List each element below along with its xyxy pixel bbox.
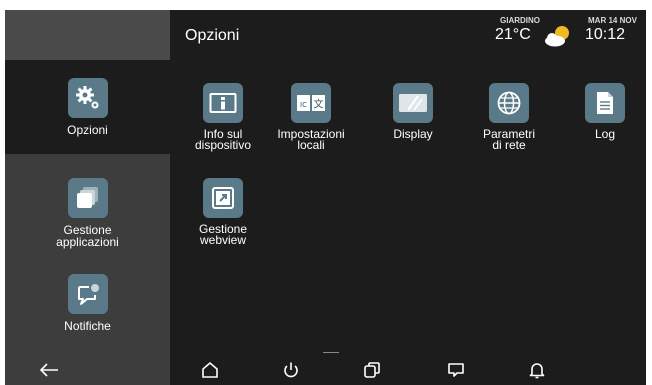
home-icon[interactable] [195,357,225,383]
display-icon [393,83,433,123]
current-date: MAR 14 NOV [588,16,637,25]
tile-label: Gestione webview [198,222,248,247]
tile-label: Parametri di rete [482,127,535,152]
app-stack-icon [67,178,108,218]
sidebar-item-label: Gestione applicazioni [56,223,119,249]
tile-display[interactable]: Display [378,83,448,140]
tile-label: Log [594,127,616,141]
sidebar-item-label: Opzioni [67,123,108,137]
language-icon: IC 文 [291,83,331,123]
page-title: Opzioni [185,27,240,44]
sidebar-header [5,10,170,60]
svg-text:文: 文 [314,98,324,111]
top-bar: Opzioni GIARDINO 21°C MAR 14 NOV 10:12 [170,10,646,60]
info-icon [203,83,243,123]
power-icon[interactable] [276,357,306,383]
bell-icon[interactable] [522,357,552,383]
sidebar-item-opzioni[interactable]: Opzioni [5,60,170,154]
tile-label: Impostazioni locali [277,127,345,152]
tile-gestione-webview[interactable]: Gestione webview [188,178,258,246]
sidebar-item-notifiche[interactable]: Notifiche [5,274,170,332]
back-icon[interactable] [34,357,64,383]
sidebar: Opzioni Gestione applicazioni Notifiche [5,10,170,385]
tile-info-dispositivo[interactable]: Info sul dispositivo [188,83,258,151]
tile-label: Display [393,127,433,141]
sidebar-item-label: Notifiche [64,319,111,333]
svg-text:IC: IC [300,101,307,109]
notification-chat-icon [67,274,108,314]
gears-icon [67,78,108,118]
weather-temperature: 21°C [495,26,531,43]
tile-label: Info sul dispositivo [194,127,252,152]
external-link-icon [203,178,243,218]
recent-apps-icon[interactable] [357,357,387,383]
current-time: 10:12 [585,26,626,43]
drag-handle[interactable] [323,352,339,353]
weather-location: GIARDINO [500,16,540,25]
screen: Opzioni Gestione applicazioni Notifiche [5,10,646,385]
document-icon [585,83,625,123]
tile-parametri-rete[interactable]: Parametri di rete [474,83,544,151]
partly-cloudy-icon [542,24,572,48]
tile-impostazioni-locali[interactable]: IC 文 Impostazioni locali [276,83,346,151]
sidebar-item-gestione-applicazioni[interactable]: Gestione applicazioni [5,178,170,248]
globe-icon [489,83,529,123]
navigation-bar [5,355,646,385]
chat-icon[interactable] [441,357,471,383]
tile-log[interactable]: Log [570,83,640,140]
